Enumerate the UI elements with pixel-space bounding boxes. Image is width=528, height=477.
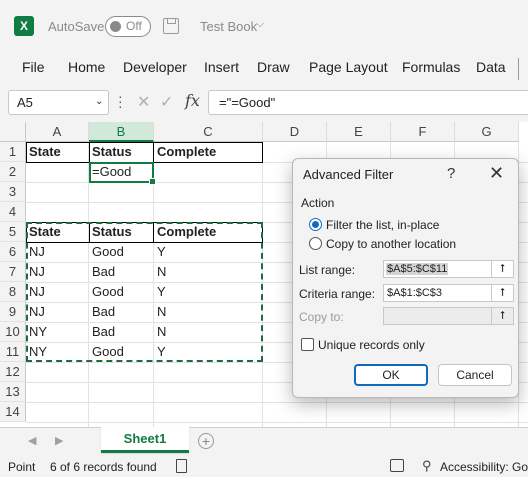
more-options-icon[interactable]: · · ·	[118, 89, 123, 113]
column-header-g[interactable]: G	[455, 122, 519, 142]
row-header-13[interactable]: 13	[0, 382, 26, 402]
formula-input[interactable]: ="=Good"	[208, 90, 528, 115]
tab-file[interactable]: File	[22, 59, 45, 75]
checkbox-box[interactable]	[301, 338, 314, 351]
column-header-c[interactable]: C	[154, 122, 263, 142]
column-header-a[interactable]: A	[26, 122, 89, 142]
row-header-10[interactable]: 10	[0, 322, 26, 342]
scroll-left-icon[interactable]: ◀	[28, 434, 36, 447]
gridline	[26, 402, 528, 403]
help-button[interactable]: ?	[447, 165, 455, 182]
save-icon[interactable]	[163, 18, 179, 34]
autosave-label: AutoSave	[48, 19, 105, 34]
ribbon-tabs: File Home Developer Insert Draw Page Lay…	[0, 54, 528, 84]
range-picker-icon[interactable]: ⭡	[491, 308, 513, 324]
chevron-down-icon[interactable]: ⌵	[256, 18, 264, 31]
tab-home[interactable]: Home	[68, 59, 105, 75]
excel-window: X AutoSave Off Test Book ⌵ File Home Dev…	[0, 0, 528, 477]
advanced-filter-dialog: Advanced Filter ? ✕ Action Filter the li…	[292, 158, 519, 398]
list-range-input[interactable]: $A$5:$C$11 ⭡	[383, 260, 514, 278]
gridline	[26, 422, 528, 423]
accessibility-icon[interactable]: ⚲	[422, 458, 432, 474]
toggle-knob	[110, 21, 121, 32]
cancel-formula-icon[interactable]: ✕	[137, 92, 150, 112]
radio-selected-icon[interactable]	[309, 218, 322, 231]
tab-draw[interactable]: Draw	[257, 59, 290, 75]
row-header-3[interactable]: 3	[0, 182, 26, 202]
active-cell-selection[interactable]	[89, 162, 156, 185]
macro-recording-icon[interactable]	[176, 459, 187, 473]
display-settings-icon[interactable]	[390, 459, 404, 472]
action-group-label: Action	[301, 196, 335, 210]
row-header-12[interactable]: 12	[0, 362, 26, 382]
ok-button[interactable]: OK	[354, 364, 428, 386]
name-box[interactable]: A5 ⌄	[8, 90, 109, 115]
select-all-corner[interactable]	[0, 122, 26, 142]
sheet-tab-sheet1[interactable]: Sheet1	[101, 427, 189, 453]
sheet-tab-bar: ◀ ▶ Sheet1 +	[0, 427, 528, 455]
chevron-down-icon[interactable]: ⌄	[95, 96, 103, 107]
status-bar: Point 6 of 6 records found ⚲ Accessibili…	[0, 455, 528, 477]
list-range-value: $A$5:$C$11	[386, 263, 449, 275]
list-range-marquee	[26, 222, 263, 362]
add-sheet-button[interactable]: +	[198, 433, 214, 449]
cell-c1[interactable]: Complete	[154, 142, 263, 162]
name-box-value: A5	[17, 95, 33, 110]
cell-a1[interactable]: State	[26, 142, 89, 162]
row-header-5[interactable]: 5	[0, 222, 26, 242]
criteria-range-label: Criteria range:	[299, 287, 376, 301]
formula-text: ="=Good"	[219, 95, 276, 110]
row-header-6[interactable]: 6	[0, 242, 26, 262]
radio-label-copy: Copy to another location	[326, 237, 457, 251]
copy-to-label: Copy to:	[299, 310, 344, 324]
status-mode: Point	[8, 460, 36, 474]
formula-bar: A5 ⌄ · · · ✕ ✓ fx ="=Good"	[0, 84, 528, 122]
scroll-right-icon[interactable]: ▶	[55, 434, 63, 447]
menu-divider	[518, 58, 519, 80]
row-header-8[interactable]: 8	[0, 282, 26, 302]
criteria-range-input[interactable]: $A$1:$C$3 ⭡	[383, 284, 514, 302]
tab-page-layout[interactable]: Page Layout	[309, 59, 388, 75]
dialog-title: Advanced Filter	[303, 167, 394, 182]
status-accessibility[interactable]: Accessibility: Goo	[440, 460, 528, 474]
row-header-7[interactable]: 7	[0, 262, 26, 282]
close-icon[interactable]: ✕	[489, 163, 504, 184]
tab-data[interactable]: Data	[476, 59, 506, 75]
cancel-button[interactable]: Cancel	[438, 364, 512, 386]
workbook-title[interactable]: Test Book	[200, 19, 257, 34]
row-header-11[interactable]: 11	[0, 342, 26, 362]
column-header-b[interactable]: B	[89, 122, 154, 142]
autosave-toggle[interactable]: Off	[105, 16, 151, 37]
column-header-d[interactable]: D	[263, 122, 327, 142]
status-records: 6 of 6 records found	[50, 460, 157, 474]
insert-function-icon[interactable]: fx	[185, 91, 200, 110]
title-bar: X AutoSave Off Test Book ⌵	[0, 0, 528, 54]
range-picker-icon[interactable]: ⭡	[491, 261, 513, 277]
tab-insert[interactable]: Insert	[204, 59, 239, 75]
row-header-2[interactable]: 2	[0, 162, 26, 182]
autosave-state: Off	[126, 19, 142, 33]
radio-unselected-icon[interactable]	[309, 237, 322, 250]
radio-label-in-place: Filter the list, in-place	[326, 218, 440, 232]
row-header-1[interactable]: 1	[0, 142, 26, 162]
row-header-14[interactable]: 14	[0, 402, 26, 422]
range-picker-icon[interactable]: ⭡	[491, 285, 513, 301]
unique-records-label: Unique records only	[318, 338, 425, 352]
tab-developer[interactable]: Developer	[123, 59, 187, 75]
criteria-range-value: $A$1:$C$3	[387, 287, 443, 299]
list-range-label: List range:	[299, 263, 356, 277]
tab-formulas[interactable]: Formulas	[402, 59, 460, 75]
excel-logo-icon: X	[14, 16, 34, 36]
copy-to-input[interactable]: ⭡	[383, 307, 514, 325]
row-header-4[interactable]: 4	[0, 202, 26, 222]
enter-formula-icon[interactable]: ✓	[160, 92, 173, 112]
column-header-e[interactable]: E	[327, 122, 391, 142]
cell-b1[interactable]: Status	[89, 142, 154, 162]
row-header-9[interactable]: 9	[0, 302, 26, 322]
column-header-f[interactable]: F	[391, 122, 455, 142]
